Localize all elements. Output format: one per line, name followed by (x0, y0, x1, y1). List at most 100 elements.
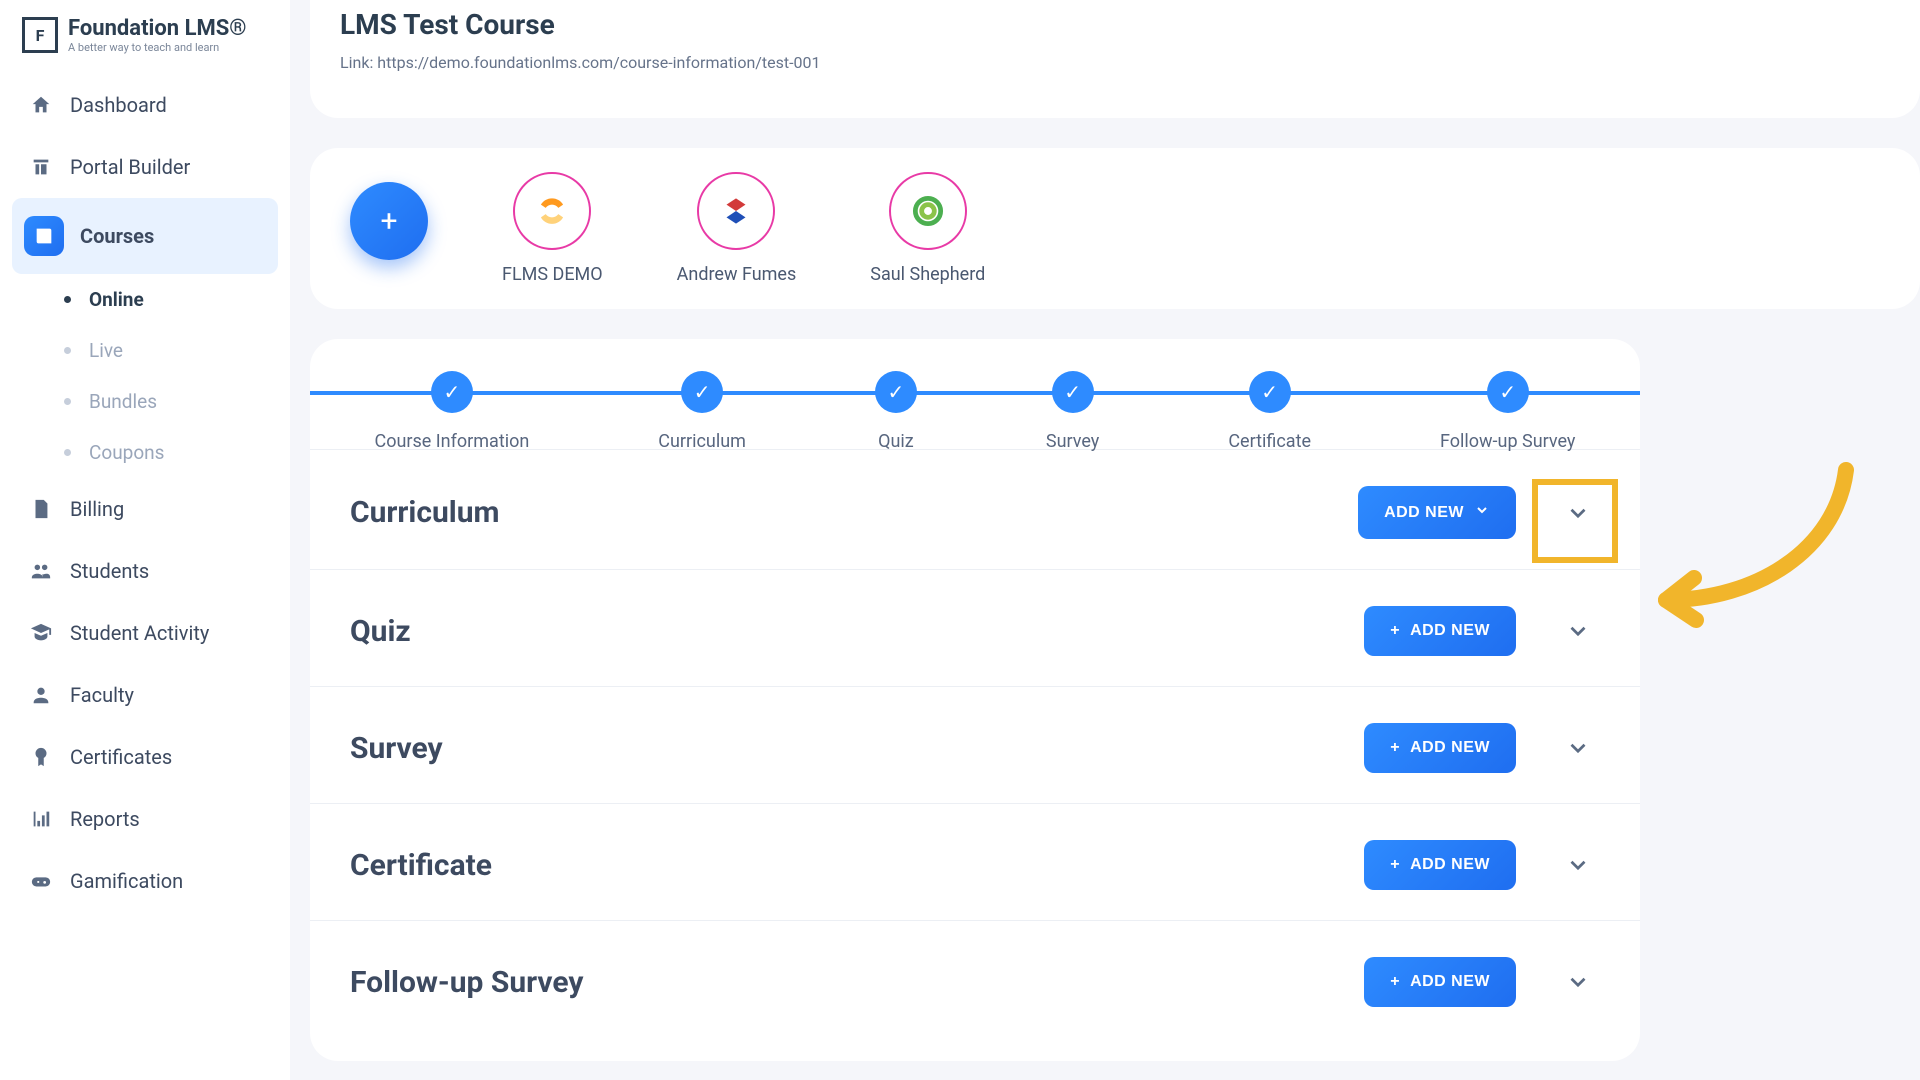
gamification-icon (28, 868, 54, 894)
check-icon: ✓ (431, 371, 473, 413)
sidebar: F Foundation LMS® A better way to teach … (0, 0, 290, 1080)
sidebar-item-label: Courses (80, 224, 154, 248)
faculty-name: FLMS DEMO (502, 264, 603, 285)
step-survey[interactable]: ✓ Survey (1046, 371, 1099, 452)
step-label: Curriculum (658, 431, 746, 452)
sidebar-item-portal-builder[interactable]: Portal Builder (12, 136, 278, 198)
sidebar-item-label: Billing (70, 497, 124, 521)
activity-icon (28, 620, 54, 646)
faculty-icon (28, 682, 54, 708)
sidebar-sub-label: Online (89, 288, 144, 311)
sidebar-item-label: Faculty (70, 683, 134, 707)
brand-name: Foundation LMS® (68, 16, 247, 41)
sidebar-sub-label: Coupons (89, 441, 164, 464)
step-label: Follow-up Survey (1440, 431, 1575, 452)
step-course-information[interactable]: ✓ Course Information (374, 371, 529, 452)
sidebar-item-student-activity[interactable]: Student Activity (12, 602, 278, 664)
button-label: ADD NEW (1410, 739, 1490, 757)
section-survey: Survey + ADD NEW (310, 686, 1640, 803)
faculty-avatar-icon (889, 172, 967, 250)
expand-curriculum-toggle[interactable] (1556, 491, 1600, 535)
section-title: Follow-up Survey (350, 965, 584, 1000)
section-certificate: Certificate + ADD NEW (310, 803, 1640, 920)
step-label: Survey (1046, 431, 1099, 452)
add-new-survey-button[interactable]: + ADD NEW (1364, 723, 1516, 773)
expand-survey-toggle[interactable] (1556, 726, 1600, 770)
sidebar-item-billing[interactable]: Billing (12, 478, 278, 540)
expand-quiz-toggle[interactable] (1556, 609, 1600, 653)
course-title: LMS Test Course (340, 8, 1890, 41)
plus-icon: + (1390, 622, 1400, 640)
sidebar-item-label: Certificates (70, 745, 172, 769)
course-link-prefix: Link: (340, 53, 377, 72)
add-new-quiz-button[interactable]: + ADD NEW (1364, 606, 1516, 656)
button-label: ADD NEW (1410, 973, 1490, 991)
sidebar-sub-coupons[interactable]: Coupons (12, 427, 278, 478)
step-label: Certificate (1228, 431, 1311, 452)
check-icon: ✓ (1052, 371, 1094, 413)
dot-icon (64, 398, 71, 405)
check-icon: ✓ (875, 371, 917, 413)
sidebar-sub-label: Bundles (89, 390, 157, 413)
button-label: ADD NEW (1410, 856, 1490, 874)
expand-follow-up-survey-toggle[interactable] (1556, 960, 1600, 1004)
check-icon: ✓ (1249, 371, 1291, 413)
section-title: Survey (350, 731, 443, 766)
sidebar-sub-label: Live (89, 339, 123, 362)
step-label: Course Information (374, 431, 529, 452)
sidebar-item-reports[interactable]: Reports (12, 788, 278, 850)
step-curriculum[interactable]: ✓ Curriculum (658, 371, 746, 452)
faculty-avatar-icon (697, 172, 775, 250)
faculty-item[interactable]: FLMS DEMO (502, 172, 603, 285)
button-label: ADD NEW (1410, 622, 1490, 640)
plus-icon: + (380, 204, 397, 239)
course-link-url[interactable]: https://demo.foundationlms.com/course-in… (377, 53, 820, 72)
brand-block: F Foundation LMS® A better way to teach … (12, 10, 278, 74)
faculty-item[interactable]: Saul Shepherd (870, 172, 985, 285)
plus-icon: + (1390, 973, 1400, 991)
home-icon (28, 92, 54, 118)
add-new-certificate-button[interactable]: + ADD NEW (1364, 840, 1516, 890)
sidebar-item-students[interactable]: Students (12, 540, 278, 602)
sidebar-item-label: Dashboard (70, 93, 167, 117)
step-follow-up-survey[interactable]: ✓ Follow-up Survey (1440, 371, 1575, 452)
button-label: ADD NEW (1384, 504, 1464, 522)
add-new-curriculum-button[interactable]: ADD NEW (1358, 486, 1516, 539)
sidebar-item-label: Gamification (70, 869, 183, 893)
dot-icon (64, 296, 71, 303)
brand-logo-letter: F (36, 26, 45, 45)
section-title: Quiz (350, 614, 411, 649)
section-follow-up-survey: Follow-up Survey + ADD NEW (310, 920, 1640, 1037)
check-icon: ✓ (1487, 371, 1529, 413)
sidebar-item-gamification[interactable]: Gamification (12, 850, 278, 912)
sidebar-item-courses[interactable]: Courses (12, 198, 278, 274)
add-new-follow-up-survey-button[interactable]: + ADD NEW (1364, 957, 1516, 1007)
brand-logo-icon: F (22, 17, 58, 53)
brand-tagline: A better way to teach and learn (68, 41, 247, 54)
check-icon: ✓ (681, 371, 723, 413)
main-area: LMS Test Course Link: https://demo.found… (310, 0, 1920, 1080)
reports-icon (28, 806, 54, 832)
faculty-item[interactable]: Andrew Fumes (677, 172, 797, 285)
sidebar-sub-online[interactable]: Online (12, 274, 278, 325)
course-header-card: LMS Test Course Link: https://demo.found… (310, 0, 1920, 118)
sidebar-item-certificates[interactable]: Certificates (12, 726, 278, 788)
sidebar-sub-bundles[interactable]: Bundles (12, 376, 278, 427)
step-certificate[interactable]: ✓ Certificate (1228, 371, 1311, 452)
sidebar-sub-live[interactable]: Live (12, 325, 278, 376)
expand-certificate-toggle[interactable] (1556, 843, 1600, 887)
sidebar-item-label: Student Activity (70, 621, 209, 645)
courses-icon (24, 216, 64, 256)
add-faculty-button[interactable]: + (350, 182, 428, 260)
sidebar-item-dashboard[interactable]: Dashboard (12, 74, 278, 136)
faculty-card: + FLMS DEMO Andrew Fumes Saul Shepherd (310, 148, 1920, 309)
certificate-icon (28, 744, 54, 770)
section-curriculum: Curriculum ADD NEW (310, 449, 1640, 569)
sidebar-item-faculty[interactable]: Faculty (12, 664, 278, 726)
course-stepper: ✓ Course Information ✓ Curriculum ✓ Quiz… (310, 339, 1640, 449)
faculty-name: Andrew Fumes (677, 264, 797, 285)
sidebar-item-label: Reports (70, 807, 140, 831)
portal-icon (28, 154, 54, 180)
step-quiz[interactable]: ✓ Quiz (875, 371, 917, 452)
course-link: Link: https://demo.foundationlms.com/cou… (340, 53, 1890, 72)
